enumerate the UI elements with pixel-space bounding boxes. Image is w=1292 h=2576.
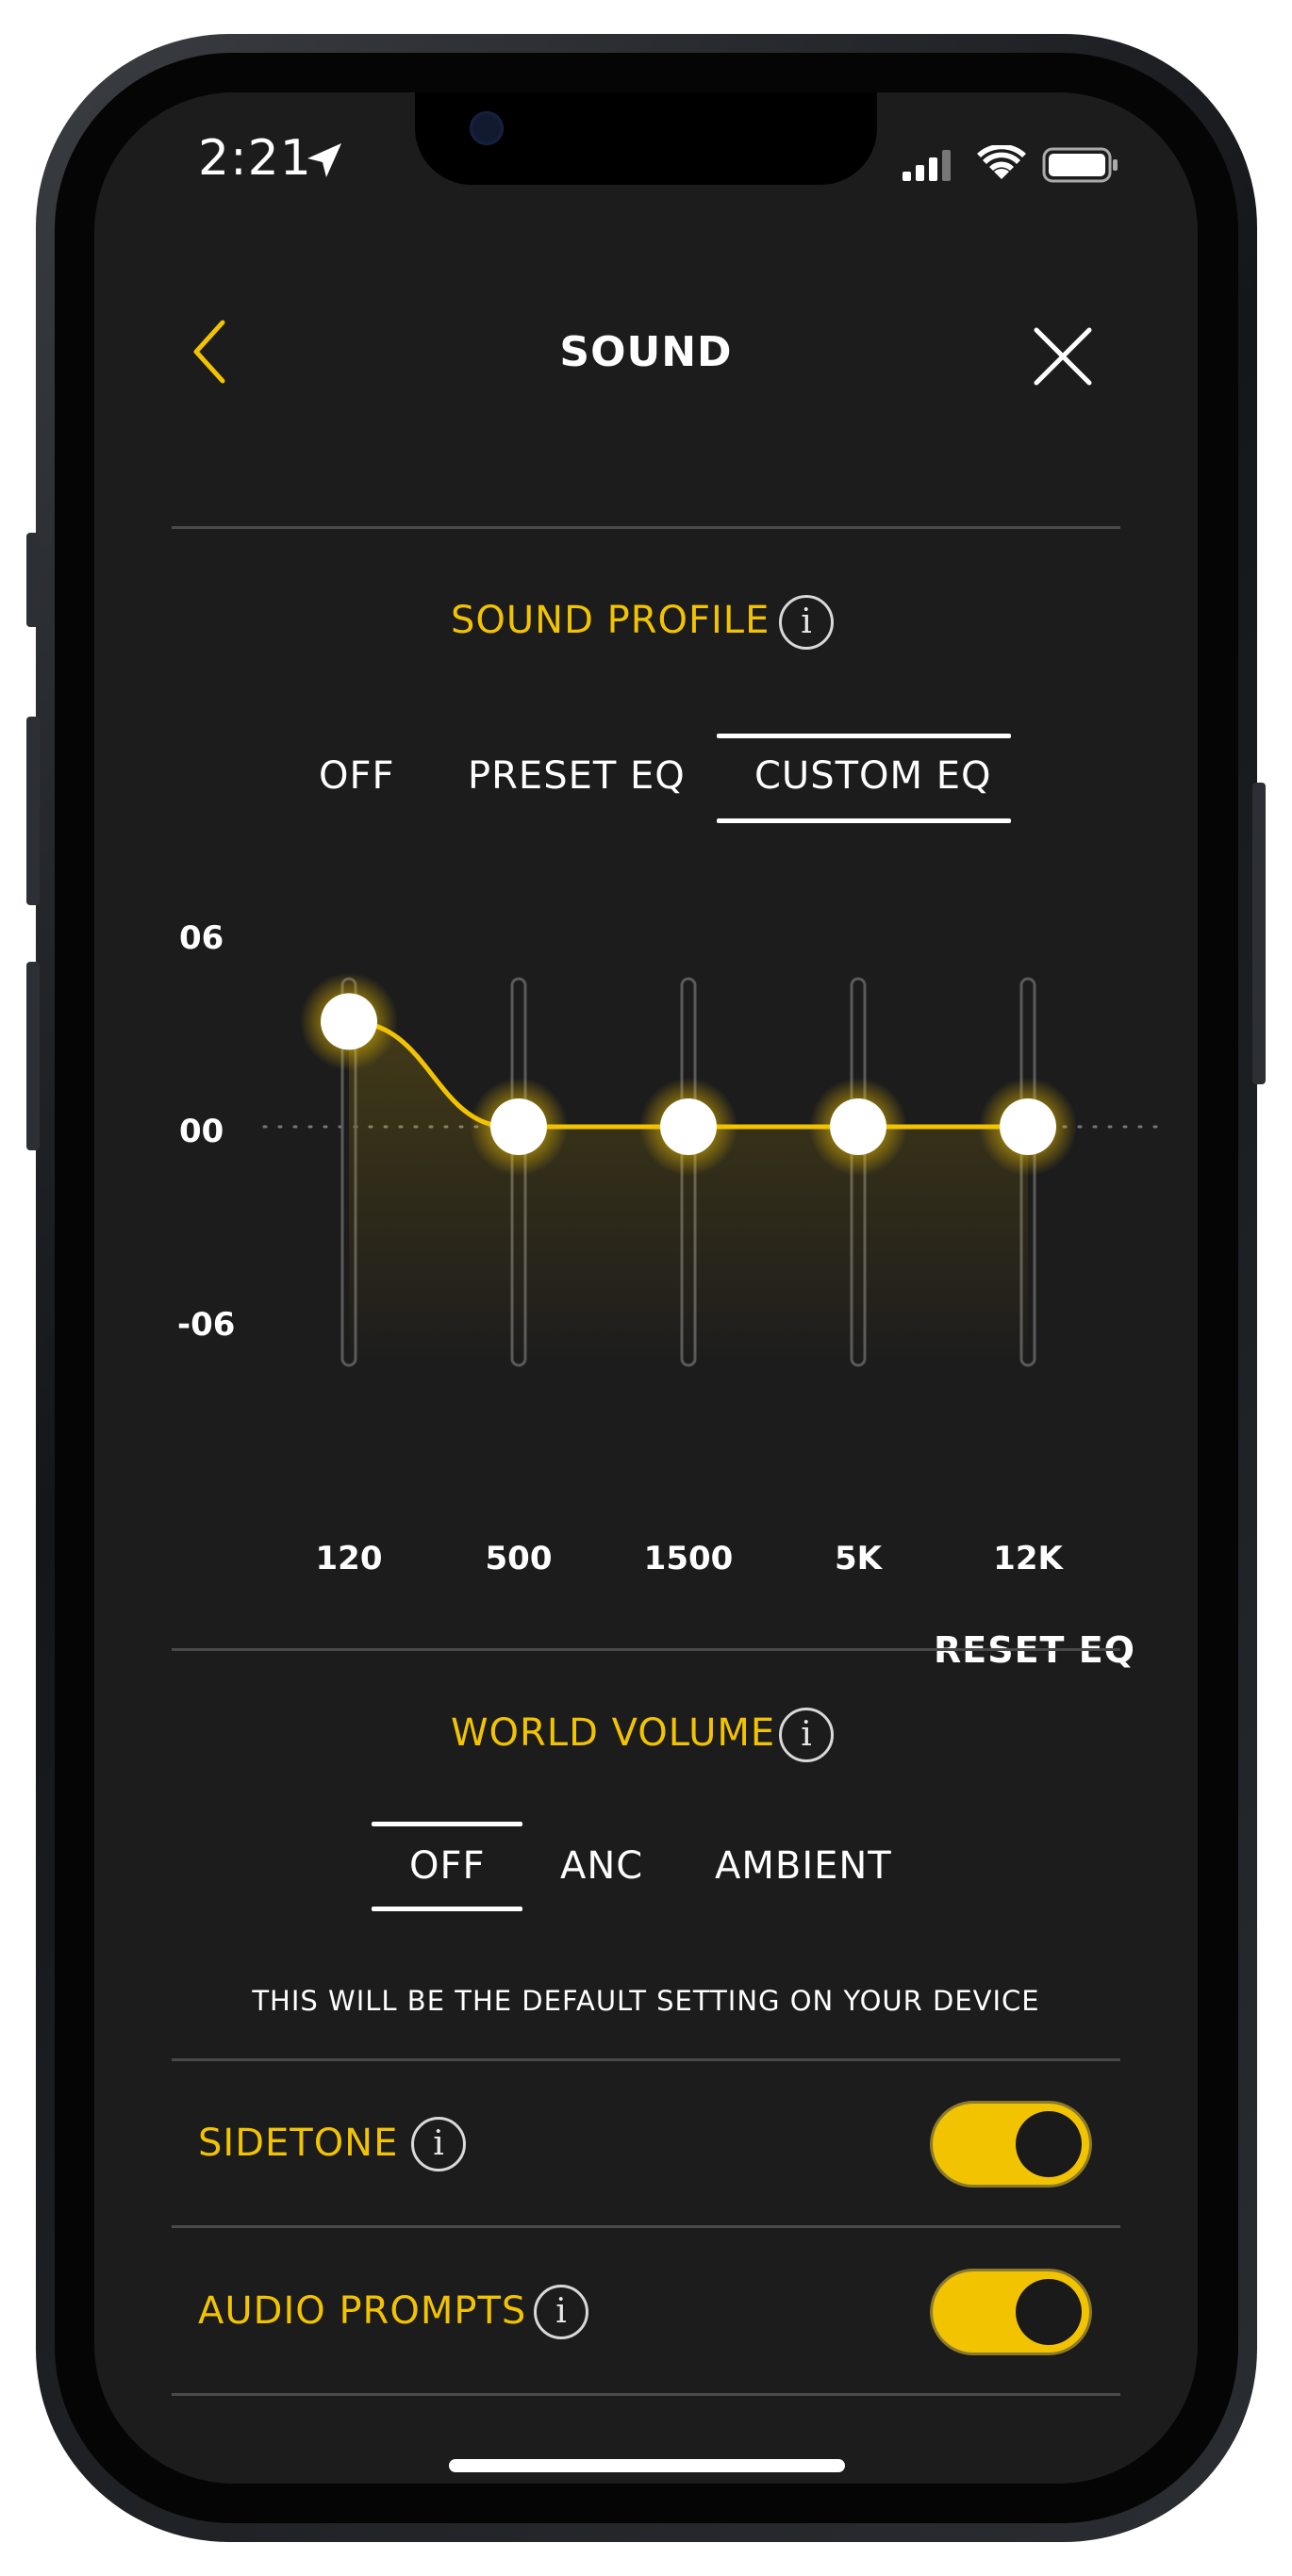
sidetone-label: SIDETONE (198, 2122, 399, 2165)
tab-indicator-top (372, 1822, 522, 1826)
audio-prompts-info-icon[interactable]: i (534, 2285, 588, 2339)
tab-indicator-bottom (372, 1907, 522, 1911)
eq-area (349, 1021, 1028, 1365)
audio-prompts-label: AUDIO PROMPTS (198, 2289, 527, 2333)
eq-slider-knob[interactable] (490, 1098, 547, 1155)
default-setting-note: THIS WILL BE THE DEFAULT SETTING ON YOUR… (252, 1985, 1040, 2017)
world-volume-label: WORLD VOLUME (451, 1711, 776, 1755)
band-label: 1500 (643, 1540, 734, 1577)
band-label: 500 (485, 1540, 553, 1577)
eq-slider-knob[interactable] (321, 993, 377, 1050)
world-volume-info-icon[interactable]: i (779, 1708, 834, 1762)
screen: 2:21 SOUND SOUND PROFILE i OFF PRESET EQ… (94, 92, 1198, 2484)
band-label: 12K (993, 1540, 1063, 1577)
band-label: 5K (834, 1540, 882, 1577)
tab-world-off[interactable]: OFF (409, 1844, 486, 1888)
sidetone-toggle[interactable] (930, 2101, 1092, 2188)
toggle-knob (1016, 2111, 1082, 2177)
tab-anc[interactable]: ANC (560, 1844, 643, 1888)
sidetone-info-icon[interactable]: i (411, 2117, 466, 2171)
tab-ambient[interactable]: AMBIENT (715, 1844, 892, 1888)
equalizer-graph (262, 972, 1171, 1367)
eq-slider-knob[interactable] (830, 1098, 886, 1155)
audio-prompts-toggle[interactable] (930, 2269, 1092, 2355)
home-indicator[interactable] (449, 2459, 845, 2472)
volume-down-button (26, 962, 40, 1150)
power-button (1252, 783, 1266, 1084)
mute-switch (26, 533, 40, 627)
volume-up-button (26, 717, 40, 905)
band-label: 120 (315, 1540, 383, 1577)
divider (172, 2393, 1120, 2396)
eq-slider-knob[interactable] (1000, 1098, 1056, 1155)
divider (172, 1648, 1120, 1651)
toggle-knob (1016, 2279, 1082, 2345)
eq-slider-knob[interactable] (660, 1098, 717, 1155)
divider (172, 2058, 1120, 2061)
divider (172, 2225, 1120, 2228)
